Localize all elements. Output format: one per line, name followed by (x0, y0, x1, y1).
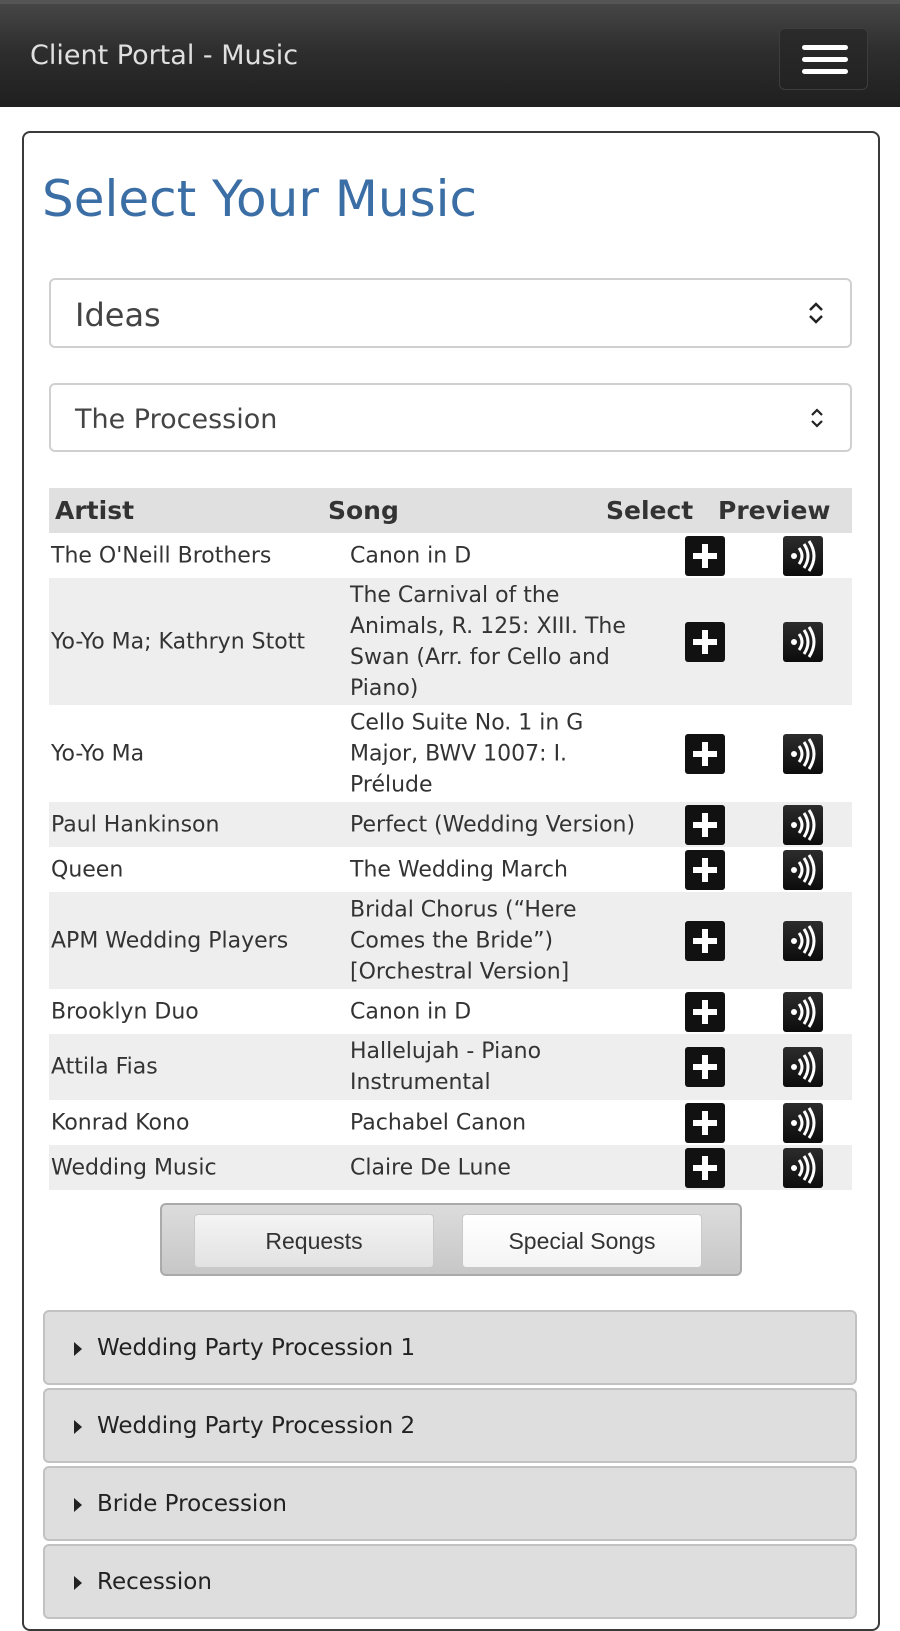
accordion-label: Recession (97, 1569, 212, 1595)
special-songs-button[interactable]: Special Songs (462, 1214, 702, 1268)
app-title: Client Portal - Music (30, 40, 299, 71)
artist-cell: Wedding Music (51, 1155, 217, 1180)
preview-speaker-icon-button[interactable] (783, 920, 823, 961)
table-body: The O'Neill Brothers Canon in D Yo-Yo Ma; … (49, 533, 852, 1190)
artist-cell: The O'Neill Brothers (51, 543, 272, 568)
table-header: Artist Song Select Preview (49, 488, 852, 533)
select-song-plus-icon-button[interactable] (685, 804, 725, 845)
column-header-song: Song (328, 496, 399, 525)
table-row: Brooklyn Duo Canon in D (49, 989, 852, 1034)
column-header-preview: Preview (718, 496, 831, 525)
song-cell: Pachabel Canon (350, 1110, 527, 1135)
table-row: The O'Neill Brothers Canon in D (49, 533, 852, 578)
song-cell: Claire De Lune (350, 1155, 511, 1180)
accordion-wedding-party-procession-1[interactable]: Wedding Party Procession 1 (43, 1310, 857, 1385)
preview-speaker-icon-button[interactable] (783, 804, 823, 845)
song-cell: Canon in D (350, 999, 472, 1024)
song-cell: The Carnival of the Animals, R. 125: XII… (350, 582, 626, 701)
select-song-plus-icon-button[interactable] (685, 920, 725, 961)
table-row: Yo-Yo Ma; Kathryn Stott The Carnival of t… (49, 578, 852, 705)
preview-speaker-icon-button[interactable] (783, 1147, 823, 1188)
select-song-plus-icon-button[interactable] (685, 1047, 725, 1087)
hamburger-icon-line (802, 69, 848, 74)
song-cell: Bridal Chorus (“Here Comes the Bride”) [… (350, 897, 577, 984)
moment-select[interactable]: The Procession (49, 383, 852, 452)
moment-select-value: The Procession (75, 404, 278, 435)
artist-cell: Brooklyn Duo (51, 999, 199, 1024)
song-cell: Canon in D (350, 543, 472, 568)
artist-cell: Yo-Yo Ma (51, 741, 145, 766)
artist-cell: Queen (51, 857, 124, 882)
table-row: Konrad Kono Pachabel Canon (49, 1100, 852, 1145)
select-song-plus-icon-button[interactable] (685, 849, 725, 890)
preview-speaker-icon-button[interactable] (783, 1047, 823, 1087)
music-table: Artist Song Select Preview The O'Neill B… (49, 488, 852, 1190)
accordion-recession[interactable]: Recession (43, 1544, 857, 1619)
hamburger-icon-line (802, 57, 848, 62)
preview-speaker-icon-button[interactable] (783, 849, 823, 890)
accordion-wedding-party-procession-2[interactable]: Wedding Party Procession 2 (43, 1388, 857, 1463)
artist-cell: Konrad Kono (51, 1110, 190, 1135)
song-cell: The Wedding March (350, 857, 568, 882)
table-row: Attila Fias Hallelujah - Piano Instrument… (49, 1034, 852, 1100)
song-cell: Perfect (Wedding Version) (350, 812, 636, 837)
preview-speaker-icon-button[interactable] (783, 621, 823, 662)
accordion-label: Wedding Party Procession 1 (97, 1335, 416, 1361)
accordion-label: Bride Procession (97, 1491, 287, 1517)
category-select[interactable]: Ideas (49, 278, 852, 348)
caret-right-icon (74, 1342, 82, 1356)
artist-cell: Attila Fias (51, 1054, 158, 1080)
chevron-up-down-icon (811, 407, 823, 428)
chevron-up-down-icon (809, 302, 823, 324)
caret-right-icon (74, 1420, 82, 1434)
artist-cell: Paul Hankinson (51, 812, 220, 837)
accordion-label: Wedding Party Procession 2 (97, 1413, 416, 1439)
requests-button[interactable]: Requests (194, 1214, 434, 1268)
artist-cell: APM Wedding Players (51, 928, 289, 953)
song-cell: Hallelujah - Piano Instrumental (350, 1039, 542, 1095)
top-navbar: Client Portal - Music (0, 0, 900, 107)
select-song-plus-icon-button[interactable] (685, 733, 725, 774)
column-header-artist: Artist (55, 496, 135, 525)
select-song-plus-icon-button[interactable] (685, 1147, 725, 1188)
preview-speaker-icon-button[interactable] (783, 1102, 823, 1143)
preview-speaker-icon-button[interactable] (783, 535, 823, 576)
select-song-plus-icon-button[interactable] (685, 621, 725, 662)
hamburger-menu-button[interactable] (779, 28, 868, 90)
select-song-plus-icon-button[interactable] (685, 535, 725, 576)
table-row: Paul Hankinson Perfect (Wedding Version) (49, 802, 852, 847)
table-row: Wedding Music Claire De Lune (49, 1145, 852, 1190)
category-select-value: Ideas (75, 296, 161, 334)
table-row: Queen The Wedding March (49, 847, 852, 892)
accordion-bride-procession[interactable]: Bride Procession (43, 1466, 857, 1541)
table-row: APM Wedding Players Bridal Chorus (“Here … (49, 892, 852, 989)
page-title: Select Your Music (42, 170, 478, 228)
caret-right-icon (74, 1498, 82, 1512)
list-toggle-group: Requests Special Songs (160, 1203, 742, 1276)
table-row: Yo-Yo Ma Cello Suite No. 1 in G Major, BW… (49, 705, 852, 802)
column-header-select: Select (606, 496, 694, 525)
hamburger-icon (802, 45, 848, 50)
song-cell: Cello Suite No. 1 in G Major, BWV 1007: … (350, 710, 584, 797)
select-song-plus-icon-button[interactable] (685, 991, 725, 1032)
select-song-plus-icon-button[interactable] (685, 1102, 725, 1143)
artist-cell: Yo-Yo Ma; Kathryn Stott (51, 629, 305, 654)
caret-right-icon (74, 1576, 82, 1590)
preview-speaker-icon-button[interactable] (783, 733, 823, 774)
preview-speaker-icon-button[interactable] (783, 991, 823, 1032)
